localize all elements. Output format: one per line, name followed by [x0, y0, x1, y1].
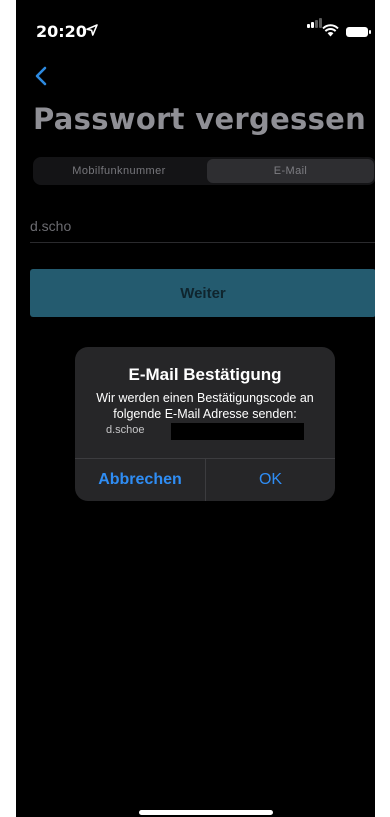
segment-mobile-number[interactable]: Mobilfunknummer	[35, 159, 203, 183]
continue-button[interactable]: Weiter	[30, 269, 375, 317]
ok-button[interactable]: OK	[206, 459, 335, 501]
alert-message: Wir werden einen Bestätigungscode an fol…	[96, 391, 314, 421]
status-time: 20:20	[36, 22, 87, 41]
segment-email[interactable]: E-Mail	[207, 159, 374, 183]
alert-title: E-Mail Bestätigung	[128, 365, 282, 384]
phone-screen: 20:20 Passwort vergessen Mobilfunknummer…	[16, 0, 375, 817]
location-arrow-icon	[86, 24, 98, 36]
email-confirmation-alert: E-Mail Bestätigung Wir werden einen Best…	[75, 347, 335, 501]
back-chevron-icon[interactable]	[34, 66, 48, 86]
input-underline	[30, 242, 375, 243]
status-bar: 20:20	[16, 0, 375, 60]
alert-email-address: d.schoe	[106, 424, 145, 436]
page-title: Passwort vergessen	[33, 102, 367, 136]
email-input[interactable]: d.scho	[30, 218, 375, 242]
wifi-icon	[322, 24, 339, 37]
method-segmented-control: Mobilfunknummer E-Mail	[33, 157, 375, 185]
cancel-button[interactable]: Abbrechen	[75, 459, 205, 501]
battery-tip	[369, 30, 371, 34]
home-indicator[interactable]	[139, 810, 273, 815]
redaction-bar	[171, 423, 304, 440]
battery-icon	[346, 27, 368, 37]
